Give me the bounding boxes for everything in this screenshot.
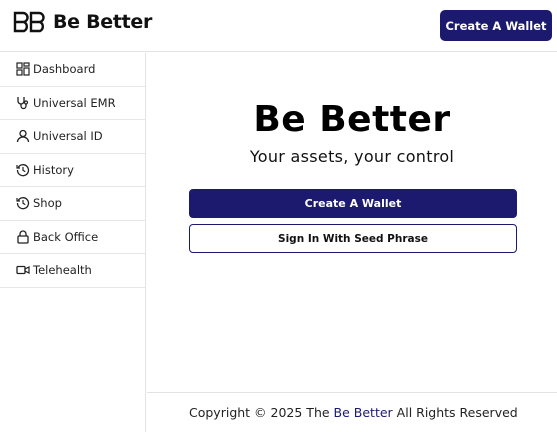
- tagline: Your assets, your control: [249, 147, 455, 166]
- sidebar-item-universal-id[interactable]: Universal ID: [0, 120, 145, 154]
- be-better-logo-icon: [13, 11, 45, 33]
- user-icon: [16, 129, 30, 143]
- history-clock-icon: [16, 196, 30, 210]
- sidebar-item-back-office[interactable]: Back Office: [0, 221, 145, 254]
- footer: Copyright © 2025 The Be Better All Right…: [147, 392, 557, 432]
- history-clock-icon: [16, 163, 30, 177]
- top-header: Be Better Create A Wallet: [0, 0, 557, 52]
- page-title: Be Better: [253, 99, 451, 140]
- sidebar: Dashboard Universal EMR Universal ID His…: [0, 53, 146, 432]
- footer-brand-link[interactable]: Be Better: [334, 405, 393, 420]
- sidebar-item-label: History: [33, 162, 74, 177]
- logo-text: Be Better: [53, 11, 153, 33]
- video-camera-icon: [16, 263, 30, 277]
- sidebar-item-label: Telehealth: [33, 263, 92, 278]
- sidebar-item-label: Universal EMR: [33, 95, 116, 110]
- sidebar-item-universal-emr[interactable]: Universal EMR: [0, 87, 145, 120]
- sidebar-item-label: Dashboard: [33, 62, 96, 77]
- stethoscope-icon: [16, 96, 30, 110]
- sidebar-item-label: Shop: [33, 196, 62, 211]
- copyright-suffix: All Rights Reserved: [396, 405, 518, 420]
- seed-phrase-signin-button[interactable]: Sign In With Seed Phrase: [189, 224, 517, 253]
- header-create-wallet-button[interactable]: Create A Wallet: [440, 10, 552, 41]
- dashboard-grid-icon: [16, 62, 30, 76]
- sidebar-item-shop[interactable]: Shop: [0, 187, 145, 221]
- brand-logo[interactable]: Be Better: [12, 9, 152, 35]
- create-wallet-button[interactable]: Create A Wallet: [189, 189, 517, 218]
- sidebar-item-label: Back Office: [33, 229, 99, 244]
- sidebar-item-history[interactable]: History: [0, 154, 145, 187]
- sidebar-item-telehealth[interactable]: Telehealth: [0, 254, 145, 288]
- copyright-text: Copyright © 2025 The Be Better All Right…: [189, 405, 518, 420]
- lock-icon: [16, 230, 30, 244]
- sidebar-item-label: Universal ID: [33, 129, 103, 144]
- sidebar-item-dashboard[interactable]: Dashboard: [0, 53, 145, 87]
- main-content: Be Better Your assets, your control Crea…: [147, 53, 557, 392]
- copyright-prefix: Copyright © 2025 The: [189, 405, 330, 420]
